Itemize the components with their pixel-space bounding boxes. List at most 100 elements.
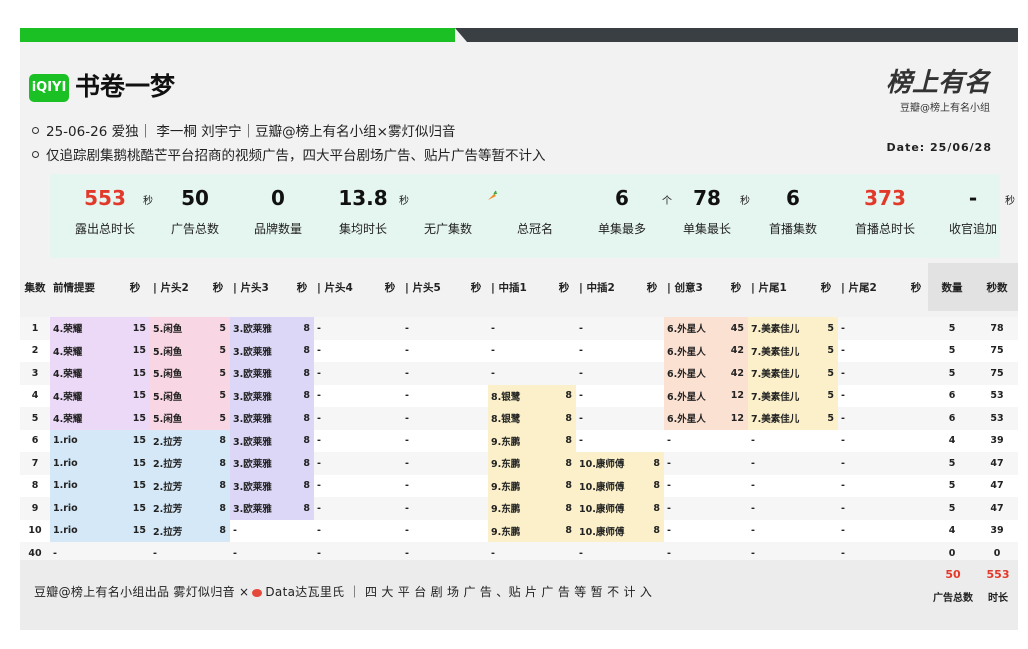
episode-cell: 6 [20, 429, 50, 452]
stat-brand-count: 0 品牌数量 [233, 184, 323, 237]
ad-seconds-cell [378, 519, 402, 542]
ad-seconds-cell [724, 452, 748, 475]
ad-brand-cell: - [838, 474, 904, 497]
ad-seconds-cell: 15 [120, 317, 150, 340]
ad-brand-cell: - [748, 429, 814, 452]
column-header: 秒 [552, 263, 576, 311]
top-color-bar [20, 28, 1018, 42]
stat-value: 373 [864, 186, 906, 210]
column-header: 集数 [20, 263, 50, 311]
ad-seconds-cell [904, 384, 928, 407]
stat-unit: 秒 [1005, 196, 1015, 207]
ad-brand-cell: 1.rio [50, 497, 120, 520]
ad-seconds-cell [904, 497, 928, 520]
ad-seconds-cell: 45 [724, 317, 748, 340]
table-row: 1 4.荣耀 15 5.闲鱼 5 3.欧莱雅 8- - - -6.外星人 45 7.美素佳儿 5-5 78 [20, 317, 1018, 340]
ad-brand-cell: 5.闲鱼 [150, 317, 206, 340]
ad-brand-cell: 4.荣耀 [50, 362, 120, 385]
total-cell: 5 [928, 474, 976, 497]
ad-seconds-cell: 8 [290, 497, 314, 520]
ad-brand-cell: 5.闲鱼 [150, 362, 206, 385]
column-header: | 片头3 [230, 263, 290, 311]
brand-calligraphy: 榜上有名 [885, 68, 990, 98]
ad-brand-cell: - [314, 317, 378, 340]
footer-total-time: 553 时长 [968, 568, 1028, 604]
total-cell: 4 [928, 519, 976, 542]
ad-brand-cell: 10.康师傅 [576, 474, 640, 497]
ad-seconds-cell [814, 452, 838, 475]
column-header: | 片尾1 [748, 263, 814, 311]
ad-seconds-cell: 8 [640, 497, 664, 520]
ad-seconds-cell: 5 [814, 339, 838, 362]
ad-seconds-cell: 8 [290, 317, 314, 340]
footer-text-after: Data达瓦里氏 ｜ 四 大 平 台 剧 场 广 告 、贴 片 广 告 等 暂 … [265, 585, 653, 599]
stat-value: 553 [84, 186, 126, 210]
total-cell: 39 [976, 429, 1018, 452]
brand-subtitle: 豆瓣@榜上有名小组 [900, 103, 990, 114]
ad-seconds-cell [724, 519, 748, 542]
ad-seconds-cell: 8 [290, 339, 314, 362]
stat-label: 广告总数 [170, 222, 219, 236]
ad-brand-cell: - [664, 474, 724, 497]
ad-brand-cell: - [838, 339, 904, 362]
ad-seconds-cell: 8 [640, 452, 664, 475]
ad-brand-cell: - [314, 452, 378, 475]
ad-seconds-cell [464, 474, 488, 497]
ad-seconds-cell: 5 [206, 339, 230, 362]
ad-seconds-cell: 15 [120, 384, 150, 407]
ad-brand-cell: 3.欧莱雅 [230, 497, 290, 520]
ad-brand-cell: - [402, 429, 464, 452]
ad-brand-cell: - [488, 339, 552, 362]
table-row: 6 1.rio 15 2.拉芳 8 3.欧莱雅 8- -9.东鹏 8- - - -4 39 [20, 429, 1018, 452]
ad-brand-cell: - [664, 519, 724, 542]
ad-seconds-cell: 15 [120, 474, 150, 497]
ad-seconds-cell [904, 452, 928, 475]
ad-brand-cell: - [402, 497, 464, 520]
bullet-icon [32, 126, 39, 134]
ad-seconds-cell: 5 [814, 362, 838, 385]
ad-seconds-cell: 8 [552, 519, 576, 542]
ad-seconds-cell: 15 [120, 519, 150, 542]
ad-brand-cell: - [576, 317, 640, 340]
ad-seconds-cell [378, 407, 402, 430]
table-row: 5 4.荣耀 15 5.闲鱼 5 3.欧莱雅 8- -8.银鹭 8-6.外星人 12 7.美素佳儿 5… [20, 407, 1018, 430]
ad-brand-cell: 3.欧莱雅 [230, 339, 290, 362]
info-line-1: 25-06-26 爱独｜ 李一桐 刘宇宁｜豆瓣@榜上有名小组×雾灯似归音 [32, 120, 455, 140]
ad-seconds-cell [378, 497, 402, 520]
ad-seconds-cell [464, 452, 488, 475]
ad-brand-cell: 7.美素佳儿 [748, 339, 814, 362]
ad-seconds-cell: 15 [120, 407, 150, 430]
ad-brand-cell: - [576, 362, 640, 385]
ad-brand-cell: 6.外星人 [664, 407, 724, 430]
table-row: 4 4.荣耀 15 5.闲鱼 5 3.欧莱雅 8- -8.银鹭 8-6.外星人 12 7.美素佳儿 5… [20, 384, 1018, 407]
ad-seconds-cell [640, 429, 664, 452]
ad-brand-cell: - [314, 474, 378, 497]
footer-total-time-value: 553 [986, 568, 1010, 581]
ad-seconds-cell: 8 [640, 519, 664, 542]
ad-seconds-cell [814, 474, 838, 497]
ad-seconds-cell: 8 [290, 384, 314, 407]
total-cell: 78 [976, 317, 1018, 340]
stat-no-ad-episodes: 无广集数 [403, 184, 493, 237]
ad-seconds-cell: 15 [120, 452, 150, 475]
table-row: 8 1.rio 15 2.拉芳 8 3.欧莱雅 8- -9.东鹏 8 10.康师傅 8- - -5 47 [20, 474, 1018, 497]
total-cell: 53 [976, 384, 1018, 407]
ad-seconds-cell [640, 362, 664, 385]
ad-seconds-cell: 5 [814, 407, 838, 430]
ad-seconds-cell: 8 [552, 407, 576, 430]
ad-brand-cell: - [576, 407, 640, 430]
ad-seconds-cell: 8 [552, 474, 576, 497]
column-header: 秒 [814, 263, 838, 311]
ad-brand-cell: 9.东鹏 [488, 519, 552, 542]
ad-brand-cell: - [402, 407, 464, 430]
info-line-1-text: 25-06-26 爱独｜ 李一桐 刘宇宁｜豆瓣@榜上有名小组×雾灯似归音 [46, 124, 456, 140]
ad-brand-cell: 2.拉芳 [150, 429, 206, 452]
ad-seconds-cell [464, 429, 488, 452]
ad-seconds-cell [640, 317, 664, 340]
ad-brand-cell: - [402, 339, 464, 362]
column-header: 秒 [206, 263, 230, 311]
ad-brand-cell: 6.外星人 [664, 339, 724, 362]
ad-seconds-cell: 5 [814, 317, 838, 340]
footer: 豆瓣@榜上有名小组出品 雾灯似归音 × Data达瓦里氏 ｜ 四 大 平 台 剧 … [20, 560, 1018, 630]
ad-brand-cell: 1.rio [50, 429, 120, 452]
